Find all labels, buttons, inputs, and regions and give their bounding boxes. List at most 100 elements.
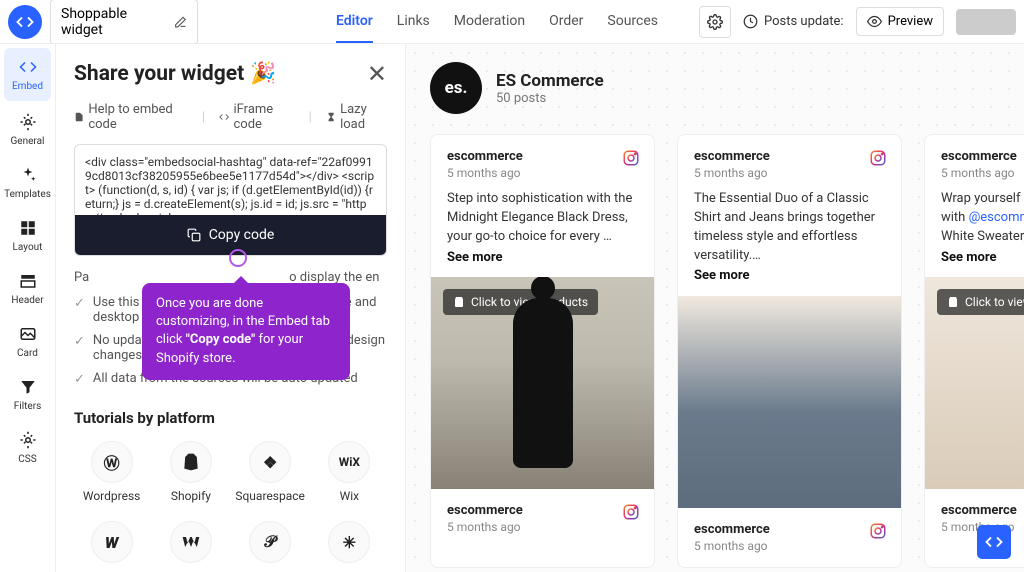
header-icon bbox=[18, 271, 38, 291]
webflow-icon: W bbox=[91, 521, 133, 563]
party-popper-icon: 🎉 bbox=[250, 62, 276, 86]
card-image[interactable] bbox=[678, 296, 901, 508]
card-icon bbox=[18, 324, 38, 344]
copy-icon bbox=[187, 228, 201, 242]
post-card[interactable]: escommerce 5 months ago Wrap yourself in… bbox=[924, 134, 1024, 568]
sidebar-item-header[interactable]: Header bbox=[0, 262, 55, 315]
card-image[interactable]: Click to view products bbox=[431, 277, 654, 489]
tab-editor[interactable]: Editor bbox=[336, 1, 373, 43]
card-username: escommerce bbox=[447, 149, 638, 164]
bag-icon bbox=[453, 296, 465, 308]
left-sidebar: Embed General Templates Layout Header Ca… bbox=[0, 44, 56, 572]
platform-other[interactable]: ✳ bbox=[312, 521, 387, 563]
wordpress-icon: Ⓦ bbox=[91, 441, 133, 483]
sidebar-item-embed[interactable]: Embed bbox=[4, 48, 51, 101]
sparkle-icon bbox=[18, 165, 38, 185]
platform-pagecloud[interactable]: 𝒫 bbox=[233, 521, 308, 563]
sidebar-item-card[interactable]: Card bbox=[0, 315, 55, 368]
card-time: 5 months ago bbox=[447, 520, 638, 534]
tab-links[interactable]: Links bbox=[397, 1, 430, 43]
paste-before: Pa bbox=[74, 270, 89, 285]
squarespace-icon: ❖ bbox=[249, 441, 291, 483]
instagram-icon bbox=[622, 503, 640, 521]
settings-button[interactable] bbox=[699, 6, 731, 38]
lazy-load-tab[interactable]: Lazy load bbox=[326, 102, 387, 132]
account-name: ES Commerce bbox=[496, 71, 604, 91]
mention-link[interactable]: @escommerc bbox=[969, 210, 1024, 225]
sidebar-item-css[interactable]: CSS bbox=[0, 421, 55, 474]
widget-name-text: Shoppable widget bbox=[61, 6, 166, 38]
iframe-tab[interactable]: iFrame code bbox=[219, 102, 294, 132]
bag-icon bbox=[947, 296, 959, 308]
card-username: escommerce bbox=[694, 149, 885, 164]
account-header: es. ES Commerce 50 posts bbox=[430, 62, 1006, 114]
iframe-label: iFrame code bbox=[234, 102, 295, 132]
sidebar-label: Filters bbox=[14, 401, 42, 412]
copy-code-label: Copy code bbox=[209, 227, 275, 243]
instagram-icon bbox=[869, 522, 887, 540]
close-panel-button[interactable]: ✕ bbox=[367, 60, 387, 88]
platform-wix[interactable]: WiXWix bbox=[312, 441, 387, 503]
platforms-grid: ⓌWordpress Shopify ❖Squarespace WiXWix W… bbox=[74, 441, 387, 563]
help-embed-label: Help to embed code bbox=[88, 102, 188, 132]
sidebar-item-general[interactable]: General bbox=[0, 103, 55, 156]
weebly-icon bbox=[170, 521, 212, 563]
code-snippet[interactable]: <div class="embedsocial-hashtag" data-re… bbox=[75, 145, 386, 215]
platform-wordpress[interactable]: ⓌWordpress bbox=[74, 441, 149, 503]
widget-name-input[interactable]: Shoppable widget bbox=[50, 0, 198, 45]
card-image[interactable]: Click to view pro ▶ bbox=[925, 277, 1024, 489]
card-time: 5 months ago bbox=[694, 539, 885, 553]
post-card[interactable]: escommerce 5 months ago The Essential Du… bbox=[677, 134, 902, 568]
platform-shopify[interactable]: Shopify bbox=[153, 441, 228, 503]
top-bar: Shoppable widget Editor Links Moderation… bbox=[0, 0, 1024, 44]
embed-panel: Share your widget 🎉 ✕ Help to embed code… bbox=[56, 44, 406, 572]
see-more-link[interactable]: See more bbox=[694, 267, 885, 286]
top-right-placeholder bbox=[956, 9, 1016, 35]
sidebar-item-layout[interactable]: Layout bbox=[0, 209, 55, 262]
link-icon: 𝒫 bbox=[249, 521, 291, 563]
wix-icon: WiX bbox=[328, 441, 370, 483]
cards-row: escommerce 5 months ago Step into sophis… bbox=[430, 134, 1006, 568]
card-time: 5 months ago bbox=[941, 166, 1024, 180]
tab-moderation[interactable]: Moderation bbox=[454, 1, 525, 43]
brand-logo bbox=[8, 5, 42, 39]
see-more-link[interactable]: See more bbox=[941, 249, 1024, 268]
tutorials-heading: Tutorials by platform bbox=[74, 409, 387, 427]
post-card[interactable]: escommerce 5 months ago Step into sophis… bbox=[430, 134, 655, 568]
tab-order[interactable]: Order bbox=[549, 1, 583, 43]
gear-icon bbox=[707, 14, 723, 30]
see-more-link[interactable]: See more bbox=[447, 249, 638, 268]
asterisk-icon: ✳ bbox=[328, 521, 370, 563]
pencil-icon bbox=[174, 15, 187, 29]
account-avatar: es. bbox=[430, 62, 482, 114]
platform-squarespace[interactable]: ❖Squarespace bbox=[233, 441, 308, 503]
products-overlay[interactable]: Click to view pro bbox=[937, 289, 1024, 315]
css-icon bbox=[18, 430, 38, 450]
clock-icon bbox=[743, 14, 758, 29]
pulse-ring-icon bbox=[229, 249, 247, 267]
card-time: 5 months ago bbox=[447, 166, 638, 180]
preview-button[interactable]: Preview bbox=[856, 7, 944, 36]
layout-icon bbox=[18, 218, 38, 238]
platform-weebly[interactable] bbox=[153, 521, 228, 563]
onboarding-tooltip: Once you are done customizing, in the Em… bbox=[142, 283, 350, 380]
code-icon bbox=[18, 57, 38, 77]
sidebar-label: Templates bbox=[4, 189, 51, 200]
gear-icon bbox=[18, 112, 38, 132]
sidebar-label: CSS bbox=[18, 454, 36, 465]
posts-update-label: Posts update: bbox=[764, 14, 844, 29]
sidebar-item-templates[interactable]: Templates bbox=[0, 156, 55, 209]
card-username: escommerce bbox=[694, 522, 885, 537]
tab-sources[interactable]: Sources bbox=[607, 1, 658, 43]
platform-webflow[interactable]: W bbox=[74, 521, 149, 563]
floating-action-button[interactable] bbox=[977, 525, 1011, 559]
help-embed-tab[interactable]: Help to embed code bbox=[74, 102, 188, 132]
card-username: escommerce bbox=[941, 149, 1024, 164]
instagram-icon bbox=[622, 149, 640, 167]
embed-sub-tabs: Help to embed code | iFrame code | Lazy … bbox=[74, 102, 387, 132]
sidebar-item-filters[interactable]: Filters bbox=[0, 368, 55, 421]
posts-update[interactable]: Posts update: bbox=[743, 14, 844, 29]
copy-code-button[interactable]: Copy code bbox=[75, 215, 386, 255]
filter-icon bbox=[18, 377, 38, 397]
instagram-icon bbox=[869, 149, 887, 167]
